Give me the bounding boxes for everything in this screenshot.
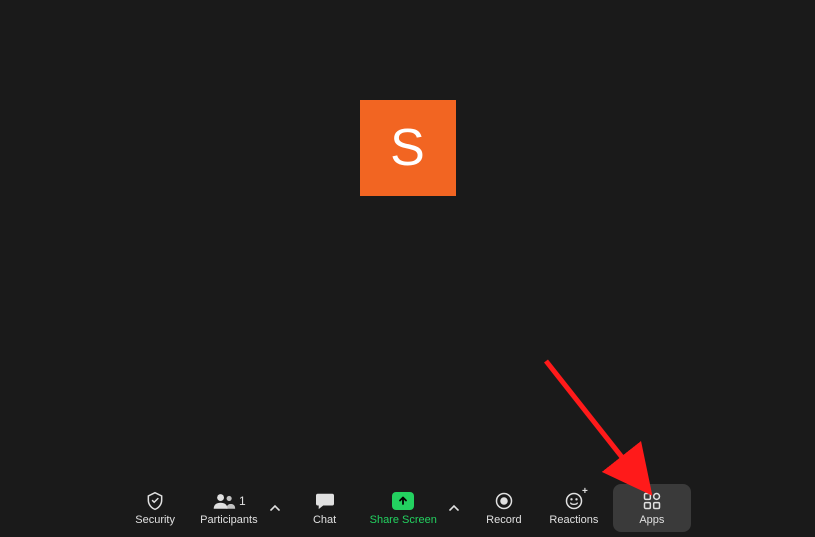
reactions-button[interactable]: + Reactions [543, 484, 605, 532]
record-button[interactable]: Record [473, 484, 535, 532]
record-icon [494, 490, 514, 512]
share-screen-button[interactable]: Share Screen [364, 484, 443, 532]
reactions-icon: + [564, 490, 584, 512]
shield-icon [145, 490, 165, 512]
reactions-label: Reactions [549, 514, 598, 526]
participant-avatar-tile: S [360, 100, 456, 196]
chat-label: Chat [313, 514, 336, 526]
avatar-letter: S [390, 118, 425, 178]
video-area: S [0, 0, 815, 482]
security-button[interactable]: Security [124, 484, 186, 532]
record-label: Record [486, 514, 521, 526]
apps-button[interactable]: Apps [613, 484, 691, 532]
participants-count: 1 [239, 494, 246, 508]
chat-icon [314, 490, 336, 512]
share-screen-label: Share Screen [370, 514, 437, 526]
share-screen-icon [392, 490, 414, 512]
meeting-toolbar: Security 1 Participants Chat [0, 482, 815, 537]
apps-icon [642, 490, 662, 512]
participants-icon: 1 [212, 490, 246, 512]
participants-button[interactable]: 1 Participants [194, 484, 263, 532]
security-label: Security [135, 514, 175, 526]
chat-button[interactable]: Chat [294, 484, 356, 532]
participants-label: Participants [200, 514, 257, 526]
apps-label: Apps [639, 514, 664, 526]
plus-badge-icon: + [582, 486, 588, 497]
participants-chevron[interactable] [264, 497, 286, 519]
share-chevron[interactable] [443, 497, 465, 519]
